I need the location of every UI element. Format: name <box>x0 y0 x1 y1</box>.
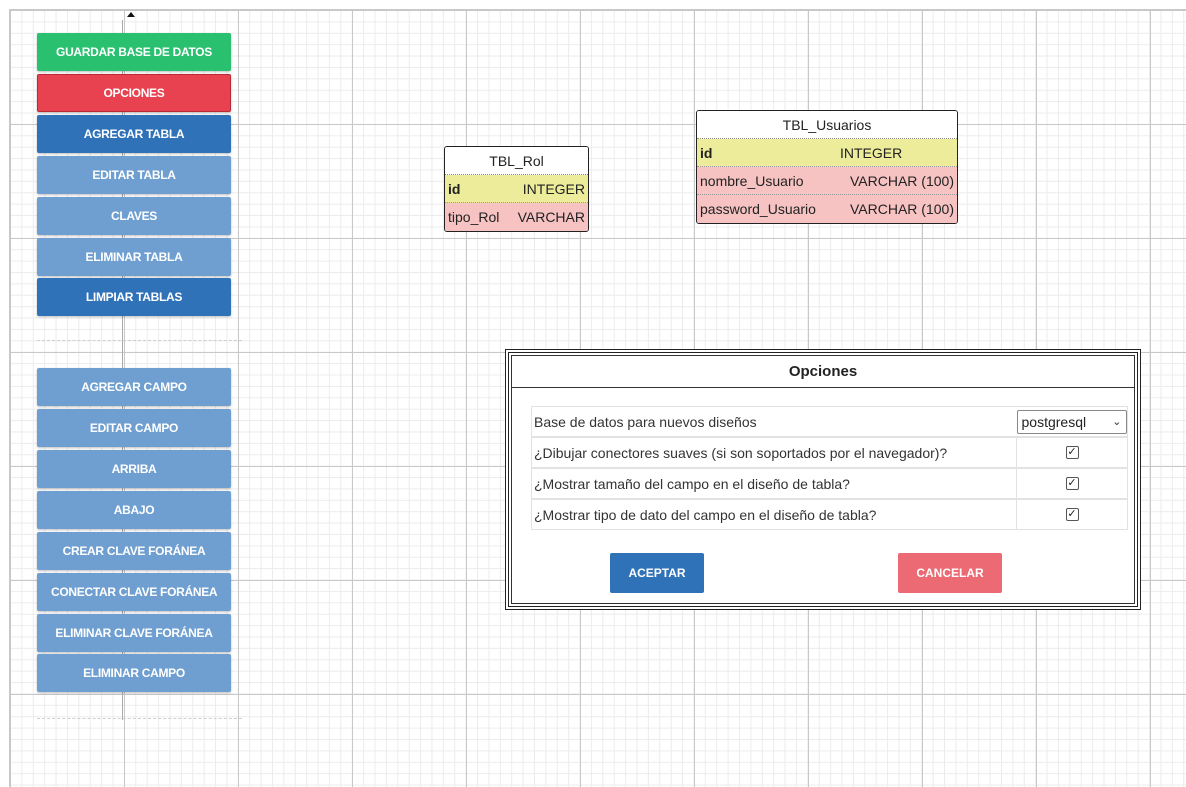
option-label: ¿Mostrar tipo de dato del campo en el di… <box>534 506 877 523</box>
options-button[interactable]: OPCIONES <box>37 74 231 112</box>
create-foreign-key-button[interactable]: CREAR CLAVE FORÁNEA <box>37 532 231 570</box>
move-down-button[interactable]: ABAJO <box>37 491 231 529</box>
select-value: postgresql <box>1021 413 1087 430</box>
option-row-field-size: ¿Mostrar tamaño del campo en el diseño d… <box>531 468 1128 499</box>
table-row[interactable]: nombre_Usuario VARCHAR (100) <box>697 167 957 195</box>
table-tbl-usuarios[interactable]: TBL_Usuarios id INTEGER nombre_Usuario V… <box>696 110 958 224</box>
field-name: id <box>700 144 713 161</box>
field-size-checkbox[interactable]: ✓ <box>1065 477 1079 490</box>
option-row-field-type: ¿Mostrar tipo de dato del campo en el di… <box>531 499 1128 530</box>
field-name: id <box>448 180 461 197</box>
option-control: ✓ <box>1016 500 1127 529</box>
option-control: ✓ <box>1016 469 1127 498</box>
edit-table-button[interactable]: EDITAR TABLA <box>37 156 231 194</box>
field-type: VARCHAR (100) <box>850 201 954 217</box>
options-dialog: Opciones Base de datos para nuevos diseñ… <box>505 349 1141 610</box>
table-row[interactable]: id INTEGER <box>697 139 957 167</box>
accept-button[interactable]: ACEPTAR <box>610 553 704 593</box>
add-field-button[interactable]: AGREGAR CAMPO <box>37 368 231 406</box>
toolbar-separator <box>37 340 242 341</box>
table-title: TBL_Usuarios <box>697 111 957 139</box>
move-up-button[interactable]: ARRIBA <box>37 450 231 488</box>
table-title: TBL_Rol <box>445 147 588 175</box>
database-select[interactable]: postgresql ⌄ <box>1016 409 1127 434</box>
delete-table-button[interactable]: ELIMINAR TABLA <box>37 238 231 276</box>
field-type: VARCHAR (100) <box>850 172 954 189</box>
field-name: password_Usuario <box>700 201 816 217</box>
dialog-title: Opciones <box>512 356 1134 388</box>
option-label: Base de datos para nuevos diseños <box>534 413 757 430</box>
connect-foreign-key-button[interactable]: CONECTAR CLAVE FORÁNEA <box>37 573 231 611</box>
option-control: postgresql ⌄ <box>1016 407 1127 436</box>
edit-field-button[interactable]: EDITAR CAMPO <box>37 409 231 447</box>
field-name: tipo_Rol <box>448 209 500 225</box>
collapse-arrow-icon[interactable] <box>127 12 135 17</box>
field-type: INTEGER <box>840 144 903 161</box>
option-row-database: Base de datos para nuevos diseños postgr… <box>531 406 1128 437</box>
keys-button[interactable]: CLAVES <box>37 197 231 235</box>
toolbar-separator <box>37 718 242 719</box>
field-type: INTEGER <box>522 180 585 197</box>
option-control: ✓ <box>1016 438 1127 467</box>
option-label: ¿Dibujar conectores suaves (si son sopor… <box>534 444 948 461</box>
save-database-button[interactable]: GUARDAR BASE DE DATOS <box>37 33 231 71</box>
table-row[interactable]: password_Usuario VARCHAR (100) <box>697 195 957 223</box>
field-type-checkbox[interactable]: ✓ <box>1065 508 1079 521</box>
table-row[interactable]: tipo_Rol VARCHAR <box>445 203 588 231</box>
add-table-button[interactable]: AGREGAR TABLA <box>37 115 231 153</box>
delete-field-button[interactable]: ELIMINAR CAMPO <box>37 654 231 692</box>
clear-tables-button[interactable]: LIMPIAR TABLAS <box>37 278 231 316</box>
table-tbl-rol[interactable]: TBL_Rol id INTEGER tipo_Rol VARCHAR <box>444 146 589 232</box>
chevron-down-icon: ⌄ <box>1112 416 1122 428</box>
field-name: nombre_Usuario <box>700 172 804 189</box>
smooth-connectors-checkbox[interactable]: ✓ <box>1065 446 1079 459</box>
table-row[interactable]: id INTEGER <box>445 175 588 203</box>
cancel-button[interactable]: CANCELAR <box>898 553 1002 593</box>
option-row-smooth-connectors: ¿Dibujar conectores suaves (si son sopor… <box>531 437 1128 468</box>
option-label: ¿Mostrar tamaño del campo en el diseño d… <box>534 475 850 492</box>
field-type: VARCHAR <box>517 209 585 225</box>
delete-foreign-key-button[interactable]: ELIMINAR CLAVE FORÁNEA <box>37 614 231 652</box>
toolbar: GUARDAR BASE DE DATOS OPCIONES AGREGAR T… <box>37 12 242 720</box>
options-dialog-body: Opciones Base de datos para nuevos diseñ… <box>511 355 1135 604</box>
